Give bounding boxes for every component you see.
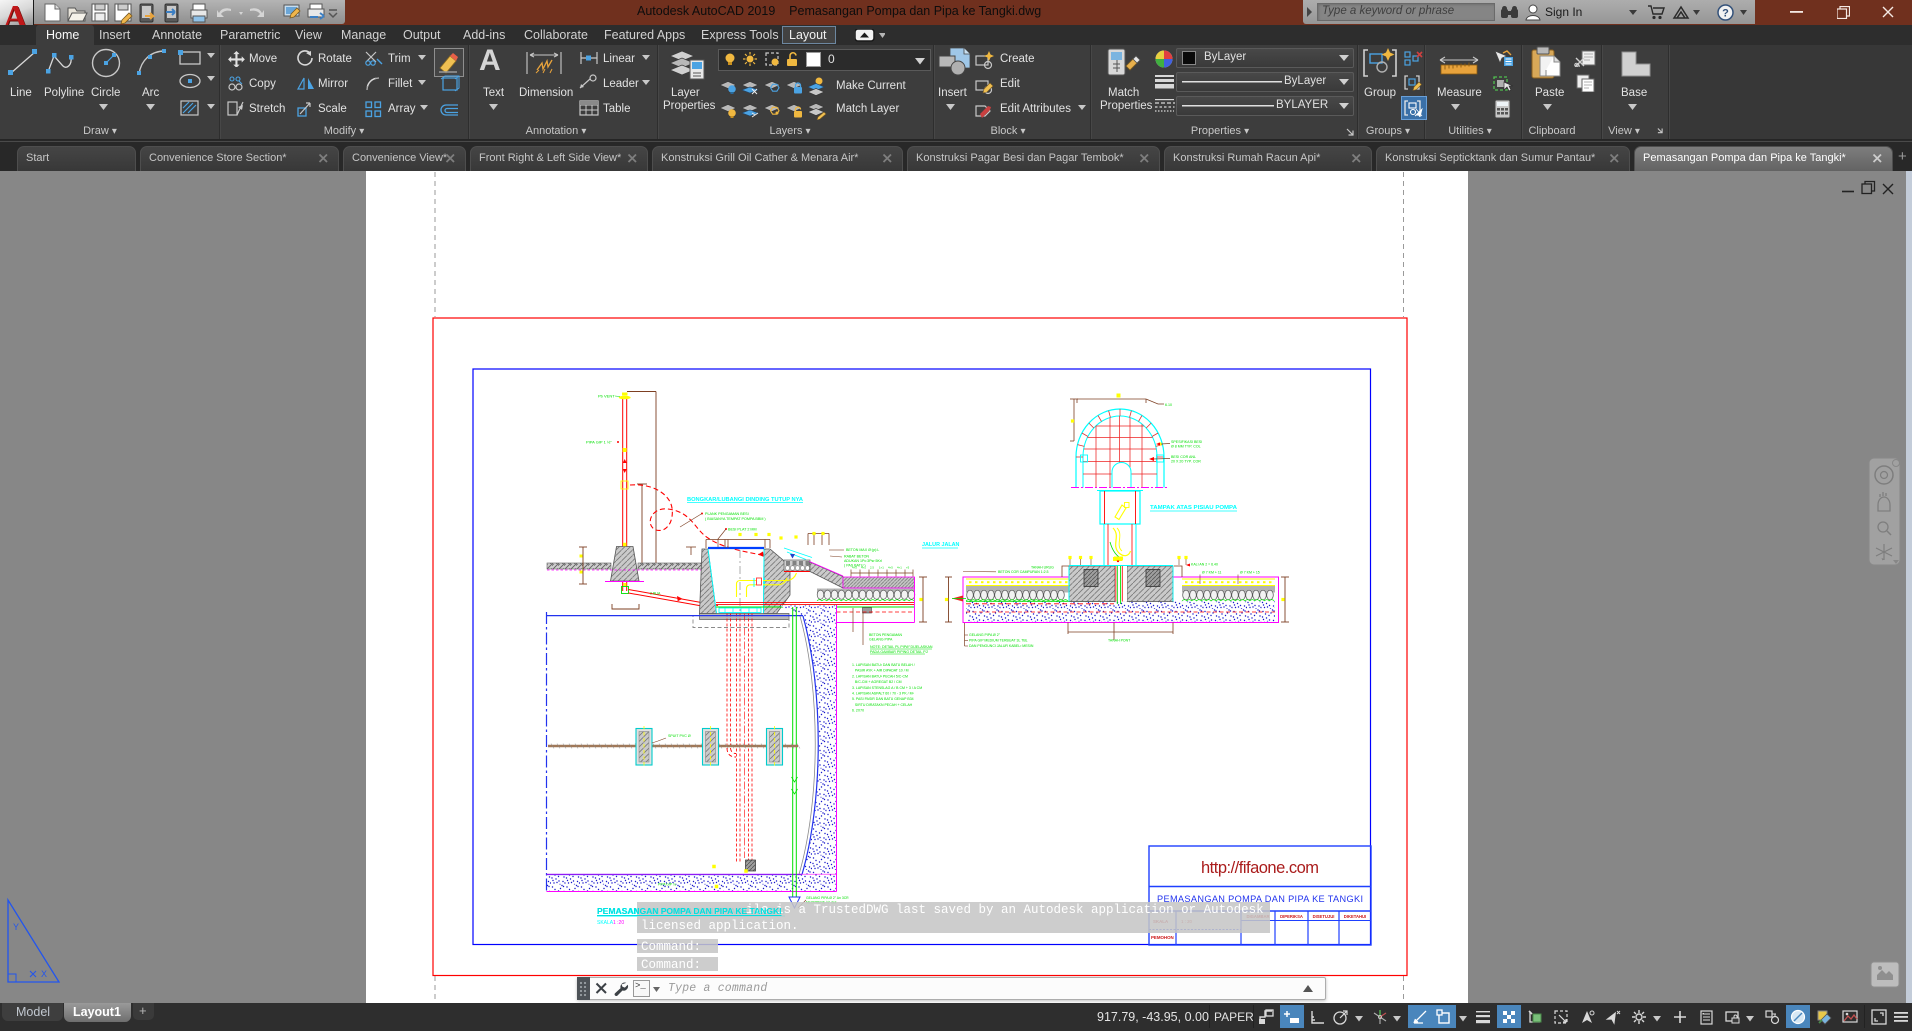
svg-text:Ø 7 KM + 11: Ø 7 KM + 11 [1202, 571, 1222, 575]
svg-text:Y: Y [13, 922, 19, 932]
svg-text:BESI COR ANL: BESI COR ANL [1171, 455, 1196, 459]
svg-text:6. 2X70: 6. 2X70 [852, 709, 864, 713]
svg-text:TANAH PONT: TANAH PONT [1108, 639, 1131, 643]
svg-text:BESI PLAT 2 MM: BESI PLAT 2 MM [728, 528, 757, 532]
svg-text:?: ? [1722, 8, 1729, 20]
svg-text:http://fifaone.com: http://fifaone.com [1201, 859, 1319, 877]
svg-text:BETON MAX Ø:(p):L: BETON MAX Ø:(p):L [846, 548, 879, 552]
svg-text:PASIR AYK + AIR DIPADAT 10 / M: PASIR AYK + AIR DIPADAT 10 / M [852, 669, 909, 673]
svg-text:B/C-CM + AGREGAT B2 / CM: B/C-CM + AGREGAT B2 / CM [852, 680, 902, 684]
svg-text:TAMPAK ATAS PISIAU POMPA: TAMPAK ATAS PISIAU POMPA [1150, 505, 1237, 511]
svg-text:SIRTU DIRATAKN PECAH + CELAH: SIRTU DIRATAKN PECAH + CELAH [852, 703, 913, 707]
svg-text:6.10: 6.10 [1165, 403, 1172, 407]
svg-text:( BIASANYA TEMPAT POMPA BBM ): ( BIASANYA TEMPAT POMPA BBM ) [705, 517, 766, 521]
svg-text:1 :20: 1 :20 [613, 920, 624, 926]
svg-text:PEMOHON: PEMOHON [1151, 935, 1174, 940]
svg-text:2.5: 2.5 [870, 566, 874, 570]
svg-text:PADA GAMBAR PIPING DETAIL P.2: PADA GAMBAR PIPING DETAIL P.2 [870, 650, 928, 654]
svg-text:1+1: 1+1 [879, 566, 884, 570]
svg-text:Ø 7 KM + 15: Ø 7 KM + 15 [1240, 571, 1260, 575]
svg-text:4+5: 4+5 [888, 566, 893, 570]
svg-text:GELANG PIPA Ø 2" An 3CR: GELANG PIPA Ø 2" An 3CR [806, 896, 849, 900]
svg-text:GELANG PIPA: GELANG PIPA [869, 638, 893, 642]
svg-text:Pb VENT: Pb VENT [598, 394, 615, 399]
svg-text:4. LAPISAN ASPALT 60 / 70 - 3: 4. LAPISAN ASPALT 60 / 70 - 3 PK / M² [852, 692, 915, 696]
svg-text:TANAH URUG: TANAH URUG [1031, 566, 1054, 570]
svg-text:2. LAPISAN BATU² PECAH 5/C-CM: 2. LAPISAN BATU² PECAH 5/C-CM [852, 674, 908, 678]
svg-text:BETON PENGAMAN: BETON PENGAMAN [869, 633, 902, 637]
svg-text:X: X [41, 969, 47, 979]
svg-text:SPUIT PVC Ø: SPUIT PVC Ø [668, 734, 691, 738]
svg-text:BETON COR CAMPURAN 1:2:3: BETON COR CAMPURAN 1:2:3 [998, 570, 1049, 574]
svg-text:JALUR JALAN: JALUR JALAN [922, 542, 960, 548]
svg-text:DISETUJUI: DISETUJUI [1313, 914, 1335, 919]
svg-text:RABAT BETON: RABAT BETON [844, 555, 869, 559]
svg-text:NOTE: DETAIL PL PIPA² DIJELASK: NOTE: DETAIL PL PIPA² DIJELASKAN [870, 645, 933, 649]
svg-text:Ø 8 MM TYP. COL: Ø 8 MM TYP. COL [1171, 445, 1201, 449]
svg-text:4+1: 4+1 [897, 566, 902, 570]
svg-text:SKALA: SKALA [597, 920, 614, 926]
svg-text:DIPERIKSA: DIPERIKSA [1280, 914, 1303, 919]
svg-text:SPESIFIKASI BESI: SPESIFIKASI BESI [1171, 440, 1202, 444]
svg-text:DAN PENGUNCI JALUR KABEL² MESI: DAN PENGUNCI JALUR KABEL² MESIN [969, 644, 1034, 648]
svg-text:PIPA GIP ¾: PIPA GIP ¾ [658, 883, 676, 887]
svg-text:ADUKAN 1Pc:3Psr:5Krl: ADUKAN 1Pc:3Psr:5Krl [844, 559, 882, 563]
svg-text:1. LAPISAN BATU² DAN BATU BELA: 1. LAPISAN BATU² DAN BATU BELAH / [852, 663, 915, 667]
svg-text:BONGKAR/LUBANGI DINDING TUTUP: BONGKAR/LUBANGI DINDING TUTUP NYA [687, 497, 803, 503]
svg-text:GELANG PIPA Ø 2": GELANG PIPA Ø 2" [969, 633, 1001, 637]
svg-text:PIPA GIP MEDIUM TERBUAT 3L TBL: PIPA GIP MEDIUM TERBUAT 3L TBL [969, 639, 1028, 643]
svg-text:4+1: 4+1 [861, 566, 866, 570]
svg-text:+5: +5 [906, 566, 910, 570]
svg-text:4+5: 4+5 [852, 566, 857, 570]
svg-text:KALI AN 2 = 6.40: KALI AN 2 = 6.40 [1191, 563, 1218, 567]
svg-text:5. PASI PASIR DAN BATU GENAP B: 5. PASI PASIR DAN BATU GENAP B34 [852, 697, 914, 701]
svg-text:PLANK PENGAMAN BESI: PLANK PENGAMAN BESI [705, 512, 749, 516]
svg-text:DIKETAHUI: DIKETAHUI [1344, 914, 1367, 919]
svg-text:2 BUA: 2 BUA [650, 592, 661, 596]
svg-text:20 X 20 TYP. COR: 20 X 20 TYP. COR [1171, 460, 1201, 464]
svg-text:PIPA GIP 1 ½": PIPA GIP 1 ½" [586, 440, 612, 445]
svg-text:3. LAPISAN STENSLAG A / B CM +: 3. LAPISAN STENSLAG A / B CM + 3 / A CM [852, 686, 922, 690]
